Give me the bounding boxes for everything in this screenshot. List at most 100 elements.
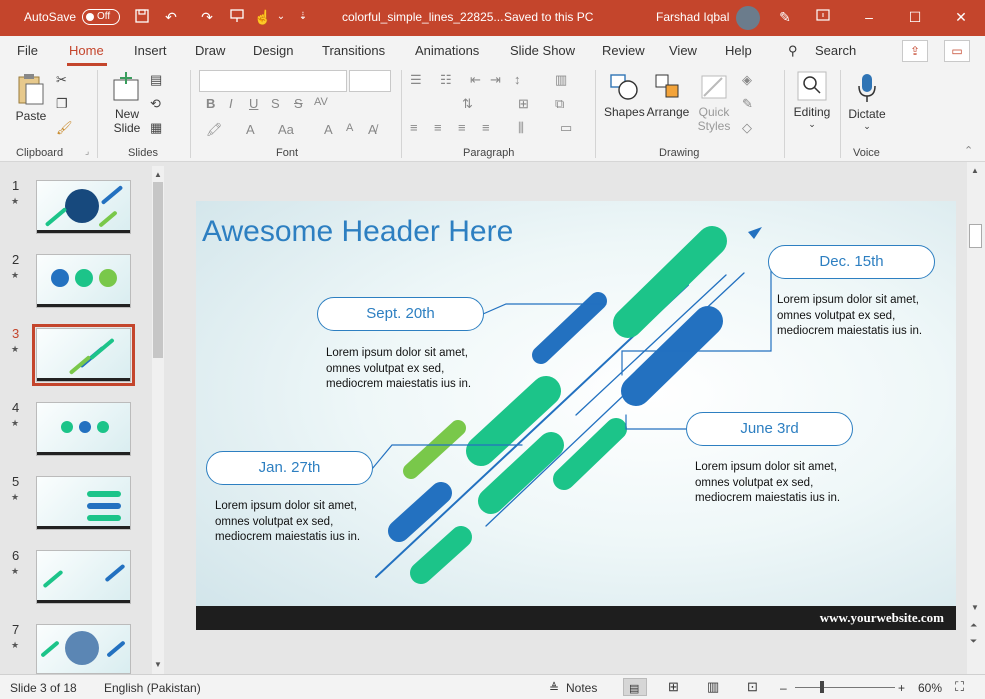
avatar[interactable]	[736, 6, 760, 30]
slide-show-icon[interactable]: ⊡	[747, 679, 758, 695]
char-spacing-button[interactable]: AV	[314, 96, 328, 108]
align-text-icon[interactable]: ⊞	[518, 96, 529, 112]
redo-icon[interactable]: ↷	[198, 8, 216, 26]
arrange-button[interactable]: Arrange	[646, 72, 690, 119]
font-family-select[interactable]	[199, 70, 347, 92]
notes-button[interactable]: Notes	[566, 681, 597, 695]
share-icon[interactable]: ⇪	[902, 40, 928, 62]
grow-font-button[interactable]: A	[324, 122, 333, 137]
text-box-icon[interactable]: ▭	[560, 120, 572, 136]
tab-slide-show[interactable]: Slide Show	[510, 43, 575, 58]
comments-icon[interactable]: ▭	[944, 40, 970, 62]
align-left-icon[interactable]: ≡	[410, 120, 418, 135]
slide-thumbnail-6[interactable]	[36, 550, 131, 604]
editing-button[interactable]: Editing ⌄	[790, 70, 834, 130]
zoom-slider-track[interactable]	[795, 687, 895, 688]
justify-icon[interactable]: ≡	[482, 120, 490, 135]
cut-icon[interactable]: ✂	[56, 72, 67, 88]
layout-icon[interactable]: ▤	[150, 72, 162, 88]
smartart-icon[interactable]: ⧉	[555, 96, 564, 112]
pen-icon[interactable]: ✎	[776, 8, 794, 26]
slides-scrollbar[interactable]: ▲ ▼	[152, 166, 164, 674]
shape-fill-icon[interactable]: ◈	[742, 72, 752, 88]
slide-sorter-icon[interactable]: ⊞	[668, 679, 679, 695]
milestone-text-jan[interactable]: Lorem ipsum dolor sit amet, omnes volutp…	[215, 499, 375, 546]
user-name[interactable]: Farshad Iqbal	[656, 10, 729, 24]
zoom-in-icon[interactable]: +	[898, 681, 905, 695]
normal-view-button[interactable]: ▤	[623, 678, 647, 696]
milestone-text-june[interactable]: Lorem ipsum dolor sit amet, omnes volutp…	[695, 460, 855, 507]
reading-view-icon[interactable]: ▥	[707, 679, 719, 695]
slide-thumbnail-7[interactable]	[36, 624, 131, 674]
slide-thumbnail-4[interactable]	[36, 402, 131, 456]
search-icon[interactable]: ⚲	[788, 43, 798, 59]
milestone-date-dec[interactable]: Dec. 15th	[768, 245, 935, 279]
scrollbar-thumb[interactable]	[969, 224, 982, 248]
slide-thumbnail-2[interactable]	[36, 254, 131, 308]
maximize-icon[interactable]: ☐	[906, 8, 924, 26]
undo-icon[interactable]: ↶	[162, 8, 180, 26]
close-icon[interactable]: ✕	[952, 8, 970, 26]
line-spacing-icon[interactable]: ↕	[514, 72, 521, 87]
scroll-down-icon[interactable]: ▼	[971, 603, 979, 612]
search-label[interactable]: Search	[815, 43, 856, 58]
tab-insert[interactable]: Insert	[134, 43, 167, 58]
align-center-icon[interactable]: ≡	[434, 120, 442, 135]
milestone-text-sept[interactable]: Lorem ipsum dolor sit amet, omnes volutp…	[326, 346, 486, 393]
scroll-up-icon[interactable]: ▲	[154, 170, 162, 179]
clear-formatting-icon[interactable]: A̸	[368, 122, 377, 137]
font-color-icon[interactable]: 🖍	[206, 122, 223, 138]
shadow-button[interactable]: S	[271, 96, 280, 111]
next-slide-icon[interactable]: ⏷	[970, 636, 977, 647]
zoom-level[interactable]: 60%	[918, 681, 942, 695]
bullets-icon[interactable]: ☰	[410, 72, 422, 88]
dictate-button[interactable]: Dictate ⌄	[846, 72, 888, 132]
new-slide-button[interactable]: New Slide	[107, 72, 147, 135]
tab-view[interactable]: View	[669, 43, 697, 58]
scroll-down-icon[interactable]: ▼	[154, 660, 162, 669]
decrease-indent-icon[interactable]: ⇤	[470, 72, 481, 88]
shape-effects-icon[interactable]: ◇	[742, 120, 752, 136]
touch-mode-icon[interactable]: ☝	[254, 8, 272, 26]
collapse-ribbon-icon[interactable]: ⌃	[964, 144, 973, 157]
shrink-font-button[interactable]: A	[346, 122, 353, 134]
bold-button[interactable]: B	[206, 96, 215, 111]
columns-icon[interactable]: ▥	[555, 72, 567, 88]
increase-indent-icon[interactable]: ⇥	[490, 72, 501, 88]
tab-design[interactable]: Design	[253, 43, 293, 58]
notes-icon[interactable]: ≜	[549, 681, 559, 695]
customize-qat-icon[interactable]: ⇣	[294, 8, 312, 26]
strikethrough-button[interactable]: S	[294, 96, 303, 111]
tab-draw[interactable]: Draw	[195, 43, 225, 58]
slide-thumbnail-5[interactable]	[36, 476, 131, 530]
zoom-out-icon[interactable]: –	[780, 681, 787, 695]
text-direction-icon[interactable]: ⇅	[462, 96, 473, 112]
website-url[interactable]: www.yourwebsite.com	[820, 610, 944, 626]
milestone-text-dec[interactable]: Lorem ipsum dolor sit amet, omnes volutp…	[777, 293, 937, 340]
numbering-icon[interactable]: ☷	[440, 72, 452, 88]
tab-transitions[interactable]: Transitions	[322, 43, 385, 58]
align-right-icon[interactable]: ≡	[458, 120, 466, 135]
save-icon[interactable]	[133, 8, 151, 26]
zoom-slider-thumb[interactable]	[820, 681, 824, 693]
distributed-icon[interactable]: ⫼	[518, 120, 524, 136]
section-icon[interactable]: ▦	[150, 120, 162, 136]
scrollbar-thumb[interactable]	[153, 182, 163, 358]
present-icon[interactable]	[228, 8, 246, 26]
tab-file[interactable]: File	[17, 43, 38, 58]
milestone-date-jan[interactable]: Jan. 27th	[206, 451, 373, 485]
italic-button[interactable]: I	[229, 96, 233, 111]
qat-dropdown-icon[interactable]: ⌄	[272, 8, 290, 26]
ribbon-display-icon[interactable]	[814, 8, 832, 26]
clipboard-launcher-icon[interactable]: ⌟	[85, 146, 89, 157]
milestone-date-sept[interactable]: Sept. 20th	[317, 297, 484, 331]
slide-title[interactable]: Awesome Header Here	[202, 215, 513, 249]
underline-button[interactable]: U	[249, 96, 258, 111]
editor-scrollbar[interactable]: ▲ ▼ ⏶ ⏷	[967, 162, 985, 674]
fit-to-window-icon[interactable]: ⛶	[955, 679, 964, 695]
previous-slide-icon[interactable]: ⏶	[970, 620, 977, 631]
copy-icon[interactable]: ❐	[56, 96, 68, 112]
language-indicator[interactable]: English (Pakistan)	[104, 681, 201, 695]
quick-styles-button[interactable]: Quick Styles	[692, 72, 736, 133]
scroll-up-icon[interactable]: ▲	[971, 166, 979, 175]
